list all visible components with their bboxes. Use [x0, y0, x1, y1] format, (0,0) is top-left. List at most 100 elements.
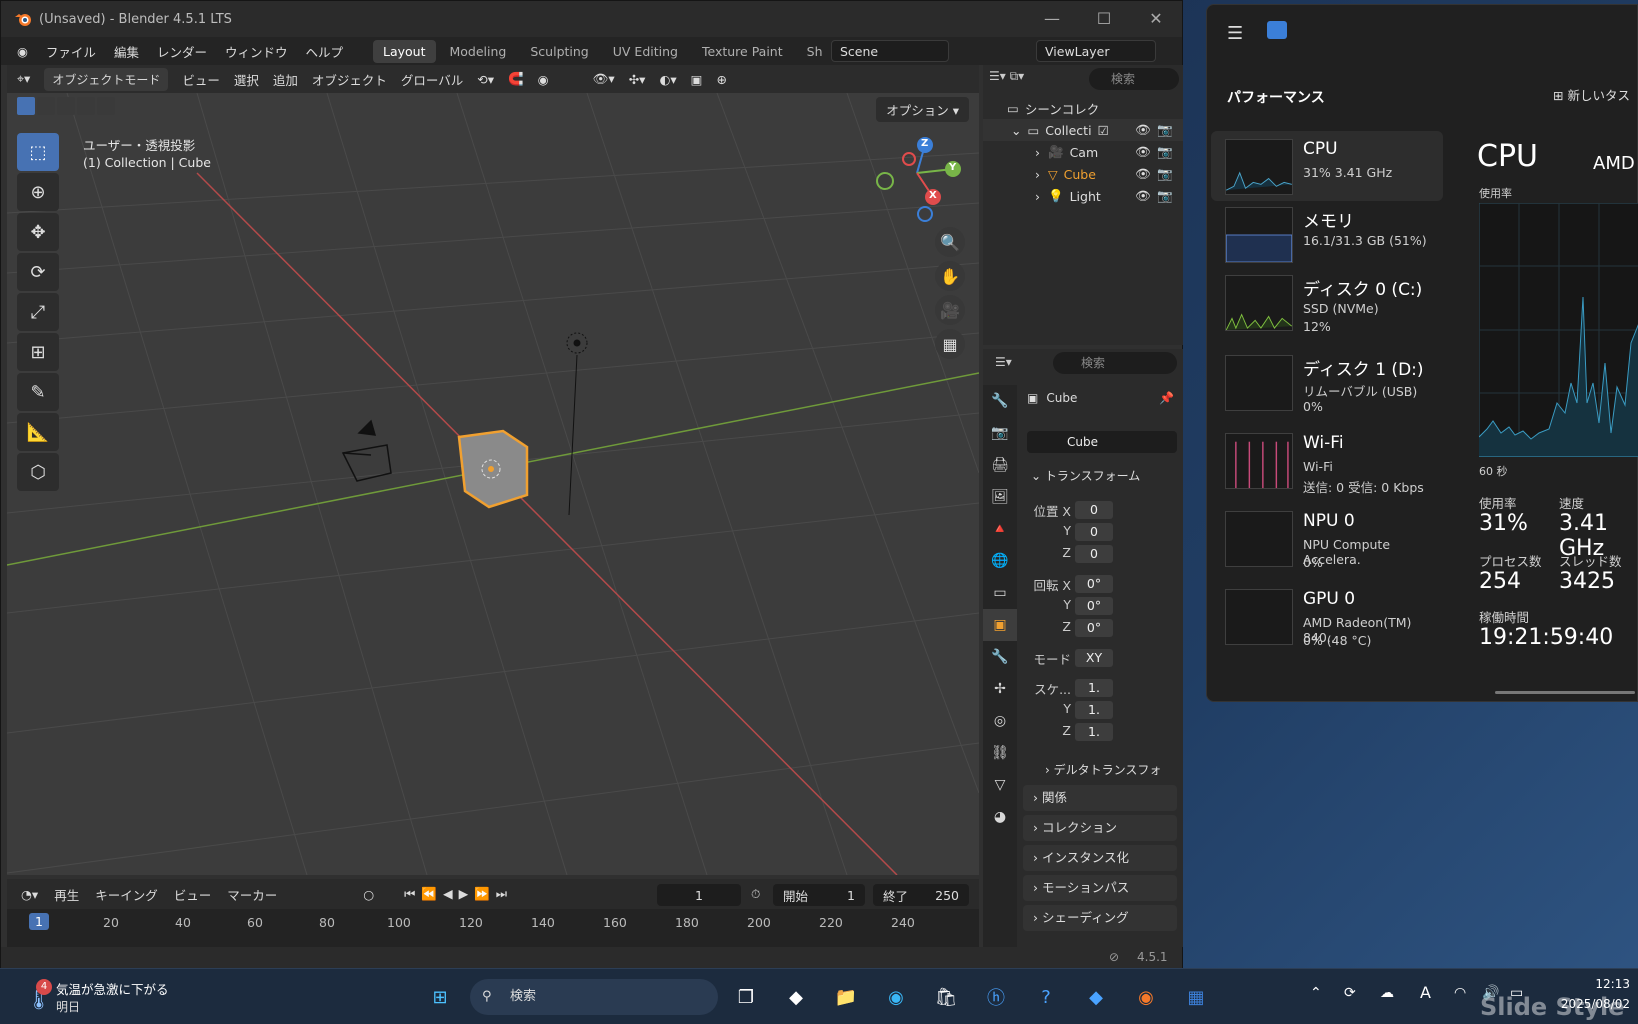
- timeline-editor-icon[interactable]: ◔▾: [21, 887, 38, 902]
- snap-icon[interactable]: 🧲: [508, 71, 524, 87]
- xray-icon[interactable]: ▣: [691, 72, 703, 87]
- weather-widget[interactable]: 🌡 4: [22, 979, 52, 1013]
- eye-icon[interactable]: 👁: [1135, 144, 1151, 160]
- output-tab-icon[interactable]: 🖨: [983, 449, 1017, 481]
- instancing-panel[interactable]: › インスタンス化: [1023, 845, 1177, 871]
- add-cube-tool[interactable]: ⬡: [17, 453, 59, 491]
- menu-object[interactable]: オブジェクト: [312, 70, 387, 89]
- menu-timeline-view[interactable]: ビュー: [174, 885, 212, 904]
- menu-help[interactable]: ヘルプ: [305, 42, 343, 61]
- location-z-field[interactable]: 0: [1075, 545, 1113, 563]
- transform-panel-header[interactable]: ⌄ トランスフォーム: [1031, 467, 1140, 484]
- world-tab-icon[interactable]: 🌐: [983, 545, 1017, 577]
- select-invert-icon[interactable]: [77, 97, 95, 115]
- move-tool[interactable]: ✥: [17, 213, 59, 251]
- taskmanager-taskbar-icon[interactable]: ▦: [1180, 981, 1212, 1013]
- autokey-icon[interactable]: ○: [363, 887, 374, 902]
- tab-sculpting[interactable]: Sculpting: [520, 40, 598, 63]
- outliner-search[interactable]: 検索: [1089, 68, 1179, 90]
- tab-uv-editing[interactable]: UV Editing: [603, 40, 688, 63]
- shading-panel[interactable]: › シェーディング: [1023, 905, 1177, 931]
- eye-icon[interactable]: 👁: [1135, 188, 1151, 204]
- help-icon[interactable]: ?: [1030, 981, 1062, 1013]
- powerpoint-icon[interactable]: ◆: [1080, 981, 1112, 1013]
- select-box-tool[interactable]: ⬚: [17, 133, 59, 171]
- visibility-icon[interactable]: 👁▾: [593, 71, 615, 87]
- minimize-button[interactable]: —: [1026, 1, 1078, 37]
- rotation-mode-dropdown[interactable]: XY: [1075, 649, 1113, 667]
- physics-tab-icon[interactable]: ◎: [983, 705, 1017, 737]
- render-camera-icon[interactable]: 📷: [1157, 144, 1173, 160]
- menu-file[interactable]: ファイル: [46, 42, 96, 61]
- cursor-tool[interactable]: ⊕: [17, 173, 59, 211]
- pivot-icon[interactable]: ⟲▾: [477, 72, 494, 87]
- outliner-item-light[interactable]: › 💡 Light 👁 📷: [983, 185, 1183, 207]
- hamburger-icon[interactable]: ☰: [1227, 23, 1243, 44]
- zoom-icon[interactable]: 🔍: [935, 227, 965, 257]
- collection-row[interactable]: ⌄ ▭ Collecti ☑ 👁 📷: [983, 119, 1183, 141]
- proportional-icon[interactable]: ◉: [538, 72, 549, 87]
- scrollbar[interactable]: [1495, 691, 1635, 694]
- menu-add[interactable]: 追加: [273, 70, 298, 89]
- data-tab-icon[interactable]: ▽: [983, 769, 1017, 801]
- scene-collection-row[interactable]: ▭ シーンコレク: [983, 97, 1183, 119]
- start-button[interactable]: ⊞: [424, 981, 456, 1013]
- perf-item-wifi[interactable]: Wi-Fi Wi-Fi 送信: 0 受信: 0 Kbps: [1211, 425, 1443, 495]
- pin-icon[interactable]: 📌: [1159, 391, 1174, 405]
- shading-wire-icon[interactable]: ⊕: [716, 72, 726, 87]
- perf-item-cpu[interactable]: CPU 31% 3.41 GHz: [1211, 131, 1443, 201]
- cloud-off-icon[interactable]: ☁: [1380, 985, 1394, 1001]
- chevron-up-icon[interactable]: ⌃: [1310, 985, 1322, 1001]
- scale-z-field[interactable]: 1.: [1075, 723, 1113, 741]
- ime-icon[interactable]: A: [1420, 983, 1431, 1002]
- eye-icon[interactable]: 👁: [1135, 166, 1151, 182]
- outliner-editor-icon[interactable]: ☰▾ ⧉▾: [989, 69, 1024, 84]
- transform-tool[interactable]: ⊞: [17, 333, 59, 371]
- material-tab-icon[interactable]: ◕: [983, 801, 1017, 833]
- outliner-item-camera[interactable]: › 🎥 Cam 👁 📷: [983, 141, 1183, 163]
- properties-search[interactable]: 検索: [1053, 352, 1177, 374]
- new-task-button[interactable]: ⊞ 新しいタス: [1553, 85, 1630, 104]
- sync-icon[interactable]: ⟳: [1344, 985, 1356, 1001]
- select-subtract-icon[interactable]: [57, 97, 75, 115]
- checkbox-icon[interactable]: ☑: [1098, 123, 1109, 138]
- select-intersect-icon[interactable]: [97, 97, 115, 115]
- perf-item-disk1[interactable]: ディスク 1 (D:) リムーバブル (USB) 0%: [1211, 347, 1443, 417]
- start-frame-field[interactable]: 開始 1: [773, 884, 865, 906]
- tab-texture-paint[interactable]: Texture Paint: [692, 40, 793, 63]
- rotate-tool[interactable]: ⟳: [17, 253, 59, 291]
- tab-shading[interactable]: Sh: [797, 40, 833, 63]
- scale-y-field[interactable]: 1.: [1075, 701, 1113, 719]
- timer-icon[interactable]: ⏱: [751, 887, 760, 902]
- motion-paths-panel[interactable]: › モーションパス: [1023, 875, 1177, 901]
- rotation-y-field[interactable]: 0°: [1075, 597, 1113, 615]
- blender-menu-icon[interactable]: ◉: [17, 44, 28, 59]
- rotation-x-field[interactable]: 0°: [1075, 575, 1113, 593]
- perf-item-gpu[interactable]: GPU 0 AMD Radeon(TM) 840... 0% (48 °C): [1211, 581, 1443, 651]
- viewlayer-selector[interactable]: ViewLayer: [1036, 40, 1156, 62]
- render-camera-icon[interactable]: 📷: [1157, 166, 1173, 182]
- ortho-grid-icon[interactable]: ▦: [935, 329, 965, 359]
- scene-tab-icon[interactable]: 🔺: [983, 513, 1017, 545]
- menu-window[interactable]: ウィンドウ: [225, 42, 288, 61]
- eye-icon[interactable]: 👁: [1135, 122, 1151, 138]
- overlay-icon[interactable]: ◐▾: [659, 72, 676, 87]
- tool-tab-icon[interactable]: 🔧: [983, 385, 1017, 417]
- collections-panel[interactable]: › コレクション: [1023, 815, 1177, 841]
- outliner-item-cube[interactable]: › ▽ Cube 👁 📷: [983, 163, 1183, 185]
- blender-taskbar-icon[interactable]: ◉: [1130, 981, 1162, 1013]
- menu-keying[interactable]: キーイング: [95, 885, 158, 904]
- object-tab-icon[interactable]: ▣: [983, 609, 1017, 641]
- editor-type-icon[interactable]: ⌖▾: [17, 71, 30, 87]
- modifier-tab-icon[interactable]: 🔧: [983, 641, 1017, 673]
- task-view-icon[interactable]: ❐: [730, 981, 762, 1013]
- relations-panel[interactable]: › 関係: [1023, 785, 1177, 811]
- wifi-icon[interactable]: ◠: [1454, 985, 1466, 1001]
- render-tab-icon[interactable]: 📷: [983, 417, 1017, 449]
- orientation-dropdown[interactable]: グローバル: [401, 70, 463, 89]
- menu-edit[interactable]: 編集: [114, 42, 139, 61]
- particles-tab-icon[interactable]: ✢: [983, 673, 1017, 705]
- playback-controls[interactable]: ⏮⏪◀▶⏩⏭: [404, 886, 513, 902]
- rotation-z-field[interactable]: 0°: [1075, 619, 1113, 637]
- delta-transform-header[interactable]: › デルタトランスフォ: [1045, 761, 1161, 778]
